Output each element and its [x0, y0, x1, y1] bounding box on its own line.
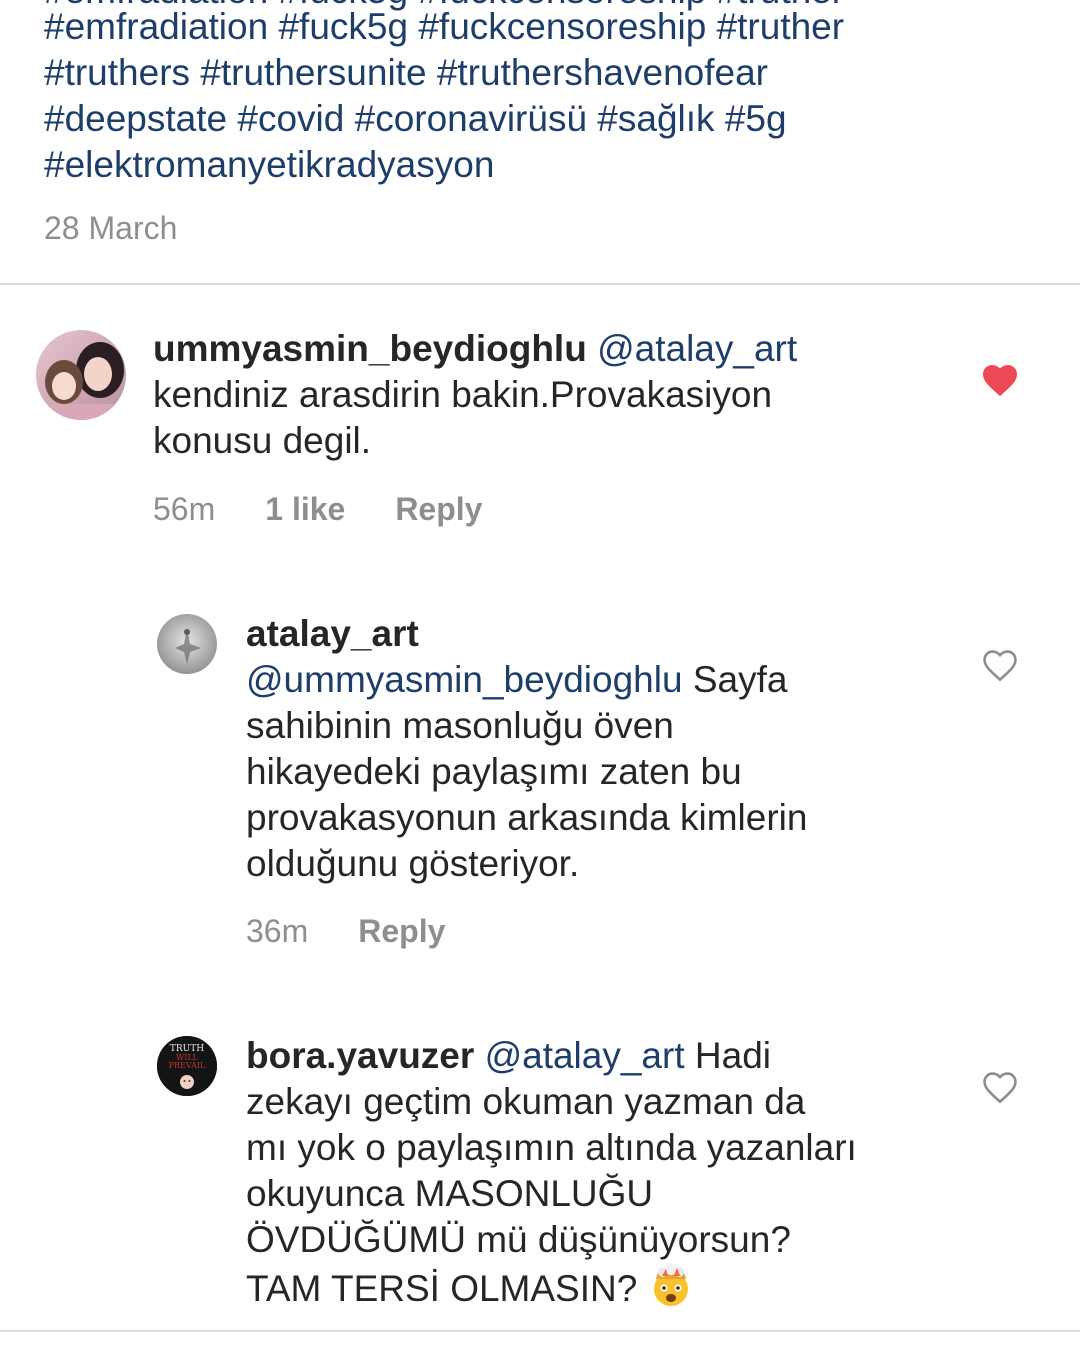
comment-body: bora.yavuzer @atalay_art Hadi zekayı geç… [246, 1033, 966, 1312]
reply-button[interactable]: Reply [395, 489, 482, 529]
comment-text-line: TAM TERSİ OLMASIN? [246, 1268, 638, 1309]
comment-mention[interactable]: @atalay_art [597, 328, 797, 369]
comment-likes[interactable]: 1 like [265, 489, 345, 529]
caption-line[interactable]: #truthers #truthersunite #truthershaveno… [44, 50, 844, 96]
divider [0, 283, 1080, 285]
comment-text-line: sahibinin masonluğu öven [246, 705, 674, 746]
comment-text-line: kendiniz arasdirin bakin.Provakasiyon [153, 374, 773, 415]
comment-body: ummyasmin_beydioghlu @atalay_art kendini… [153, 326, 953, 464]
comment-username[interactable]: atalay_art [246, 611, 966, 657]
divider [0, 1330, 1080, 1332]
caption-line[interactable]: #emfradiation #fuck5g #fuckcensoreship #… [44, 4, 844, 50]
comment-text-line: okuyunca MASONLUĞU [246, 1173, 654, 1214]
avatar-photo [157, 614, 217, 674]
avatar-photo [36, 330, 126, 420]
comment-mention[interactable]: @ummyasmin_beydioghlu [246, 659, 683, 700]
avatar[interactable] [36, 330, 126, 420]
comment-text-line: Hadi [694, 1035, 772, 1076]
comment-text-line: provakasyonun arkasında kimlerin [246, 797, 808, 838]
comment-meta: 56m 1 like Reply [153, 489, 482, 529]
avatar-text: PREVAIL [169, 1061, 206, 1070]
comment-text-line: zekayı geçtim okuman yazman da [246, 1081, 806, 1122]
exploding-head-emoji [648, 1263, 694, 1309]
comment-text-line: ÖVDÜĞÜMÜ mü düşünüyorsun? [246, 1219, 791, 1260]
avatar-photo: TRUTH WILL PREVAIL [157, 1036, 217, 1096]
comment-body: atalay_art @ummyasmin_beydioghlu Sayfa s… [246, 611, 966, 887]
comment-text-line: Sayfa [692, 659, 788, 700]
comment-text-line: mı yok o paylaşımın altında yazanları [246, 1127, 857, 1168]
comment-time: 36m [246, 913, 309, 949]
comment-meta: 36m Reply [246, 911, 445, 951]
post-date: 28 March [44, 210, 178, 246]
comment-mention[interactable]: @atalay_art [485, 1035, 685, 1076]
caption-line[interactable]: #elektromanyetikradyasyon [44, 142, 844, 188]
comment-username[interactable]: ummyasmin_beydioghlu [153, 328, 587, 369]
heart-filled-icon[interactable] [981, 363, 1019, 397]
comment-text-line: konusu degil. [153, 420, 372, 461]
reply-button[interactable]: Reply [358, 911, 445, 951]
comment-time: 56m [153, 491, 216, 527]
caption-hashtags: #emfradiation #fuck5g #fuckcensoreship #… [44, 4, 844, 188]
avatar[interactable]: TRUTH WILL PREVAIL [157, 1036, 217, 1096]
comment-text-line: hikayedeki paylaşımı zaten bu [246, 751, 742, 792]
heart-outline-icon[interactable] [981, 1070, 1019, 1104]
comment-username[interactable]: bora.yavuzer [246, 1035, 474, 1076]
comment-text-line: olduğunu gösteriyor. [246, 843, 580, 884]
avatar[interactable] [157, 614, 217, 674]
caption-line[interactable]: #deepstate #covid #coronavirüsü #sağlık … [44, 96, 844, 142]
heart-outline-icon[interactable] [981, 648, 1019, 682]
